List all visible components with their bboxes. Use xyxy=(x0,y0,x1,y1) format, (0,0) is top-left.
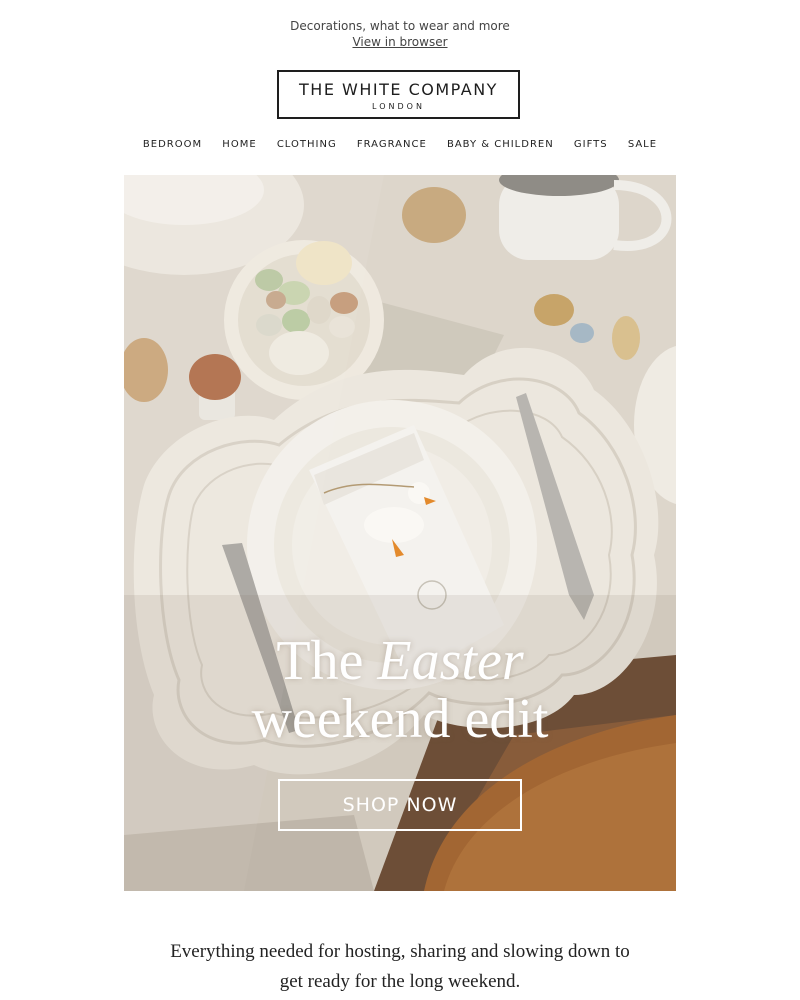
nav-item-fragrance[interactable]: FRAGRANCE xyxy=(357,139,427,150)
logo-brand-text: THE WHITE COMPANY xyxy=(299,80,498,99)
hero-title-pre: The xyxy=(276,630,364,692)
shop-now-button[interactable]: SHOP NOW xyxy=(278,779,522,831)
logo-city-text: LONDON xyxy=(372,102,425,111)
preheader: Decorations, what to wear and more View … xyxy=(0,18,800,50)
main-nav: BEDROOM HOME CLOTHING FRAGRANCE BABY & C… xyxy=(0,139,800,150)
nav-item-home[interactable]: HOME xyxy=(222,139,256,150)
nav-item-bedroom[interactable]: BEDROOM xyxy=(143,139,202,150)
nav-item-clothing[interactable]: CLOTHING xyxy=(277,139,337,150)
intro-text: Everything needed for hosting, sharing a… xyxy=(170,941,630,992)
hero-banner[interactable]: The Easter weekend edit SHOP NOW xyxy=(124,175,676,891)
hero-title-line-1: The Easter xyxy=(124,629,676,693)
hero-title-emphasis: Easter xyxy=(377,630,524,692)
brand-logo[interactable]: THE WHITE COMPANY LONDON xyxy=(277,70,520,119)
view-in-browser-link[interactable]: View in browser xyxy=(352,34,447,50)
nav-item-baby-children[interactable]: BABY & CHILDREN xyxy=(447,139,554,150)
hero-title-line-2: weekend edit xyxy=(251,688,549,750)
nav-item-gifts[interactable]: GIFTS xyxy=(574,139,608,150)
nav-item-sale[interactable]: SALE xyxy=(628,139,657,150)
preheader-text: Decorations, what to wear and more xyxy=(290,19,510,33)
